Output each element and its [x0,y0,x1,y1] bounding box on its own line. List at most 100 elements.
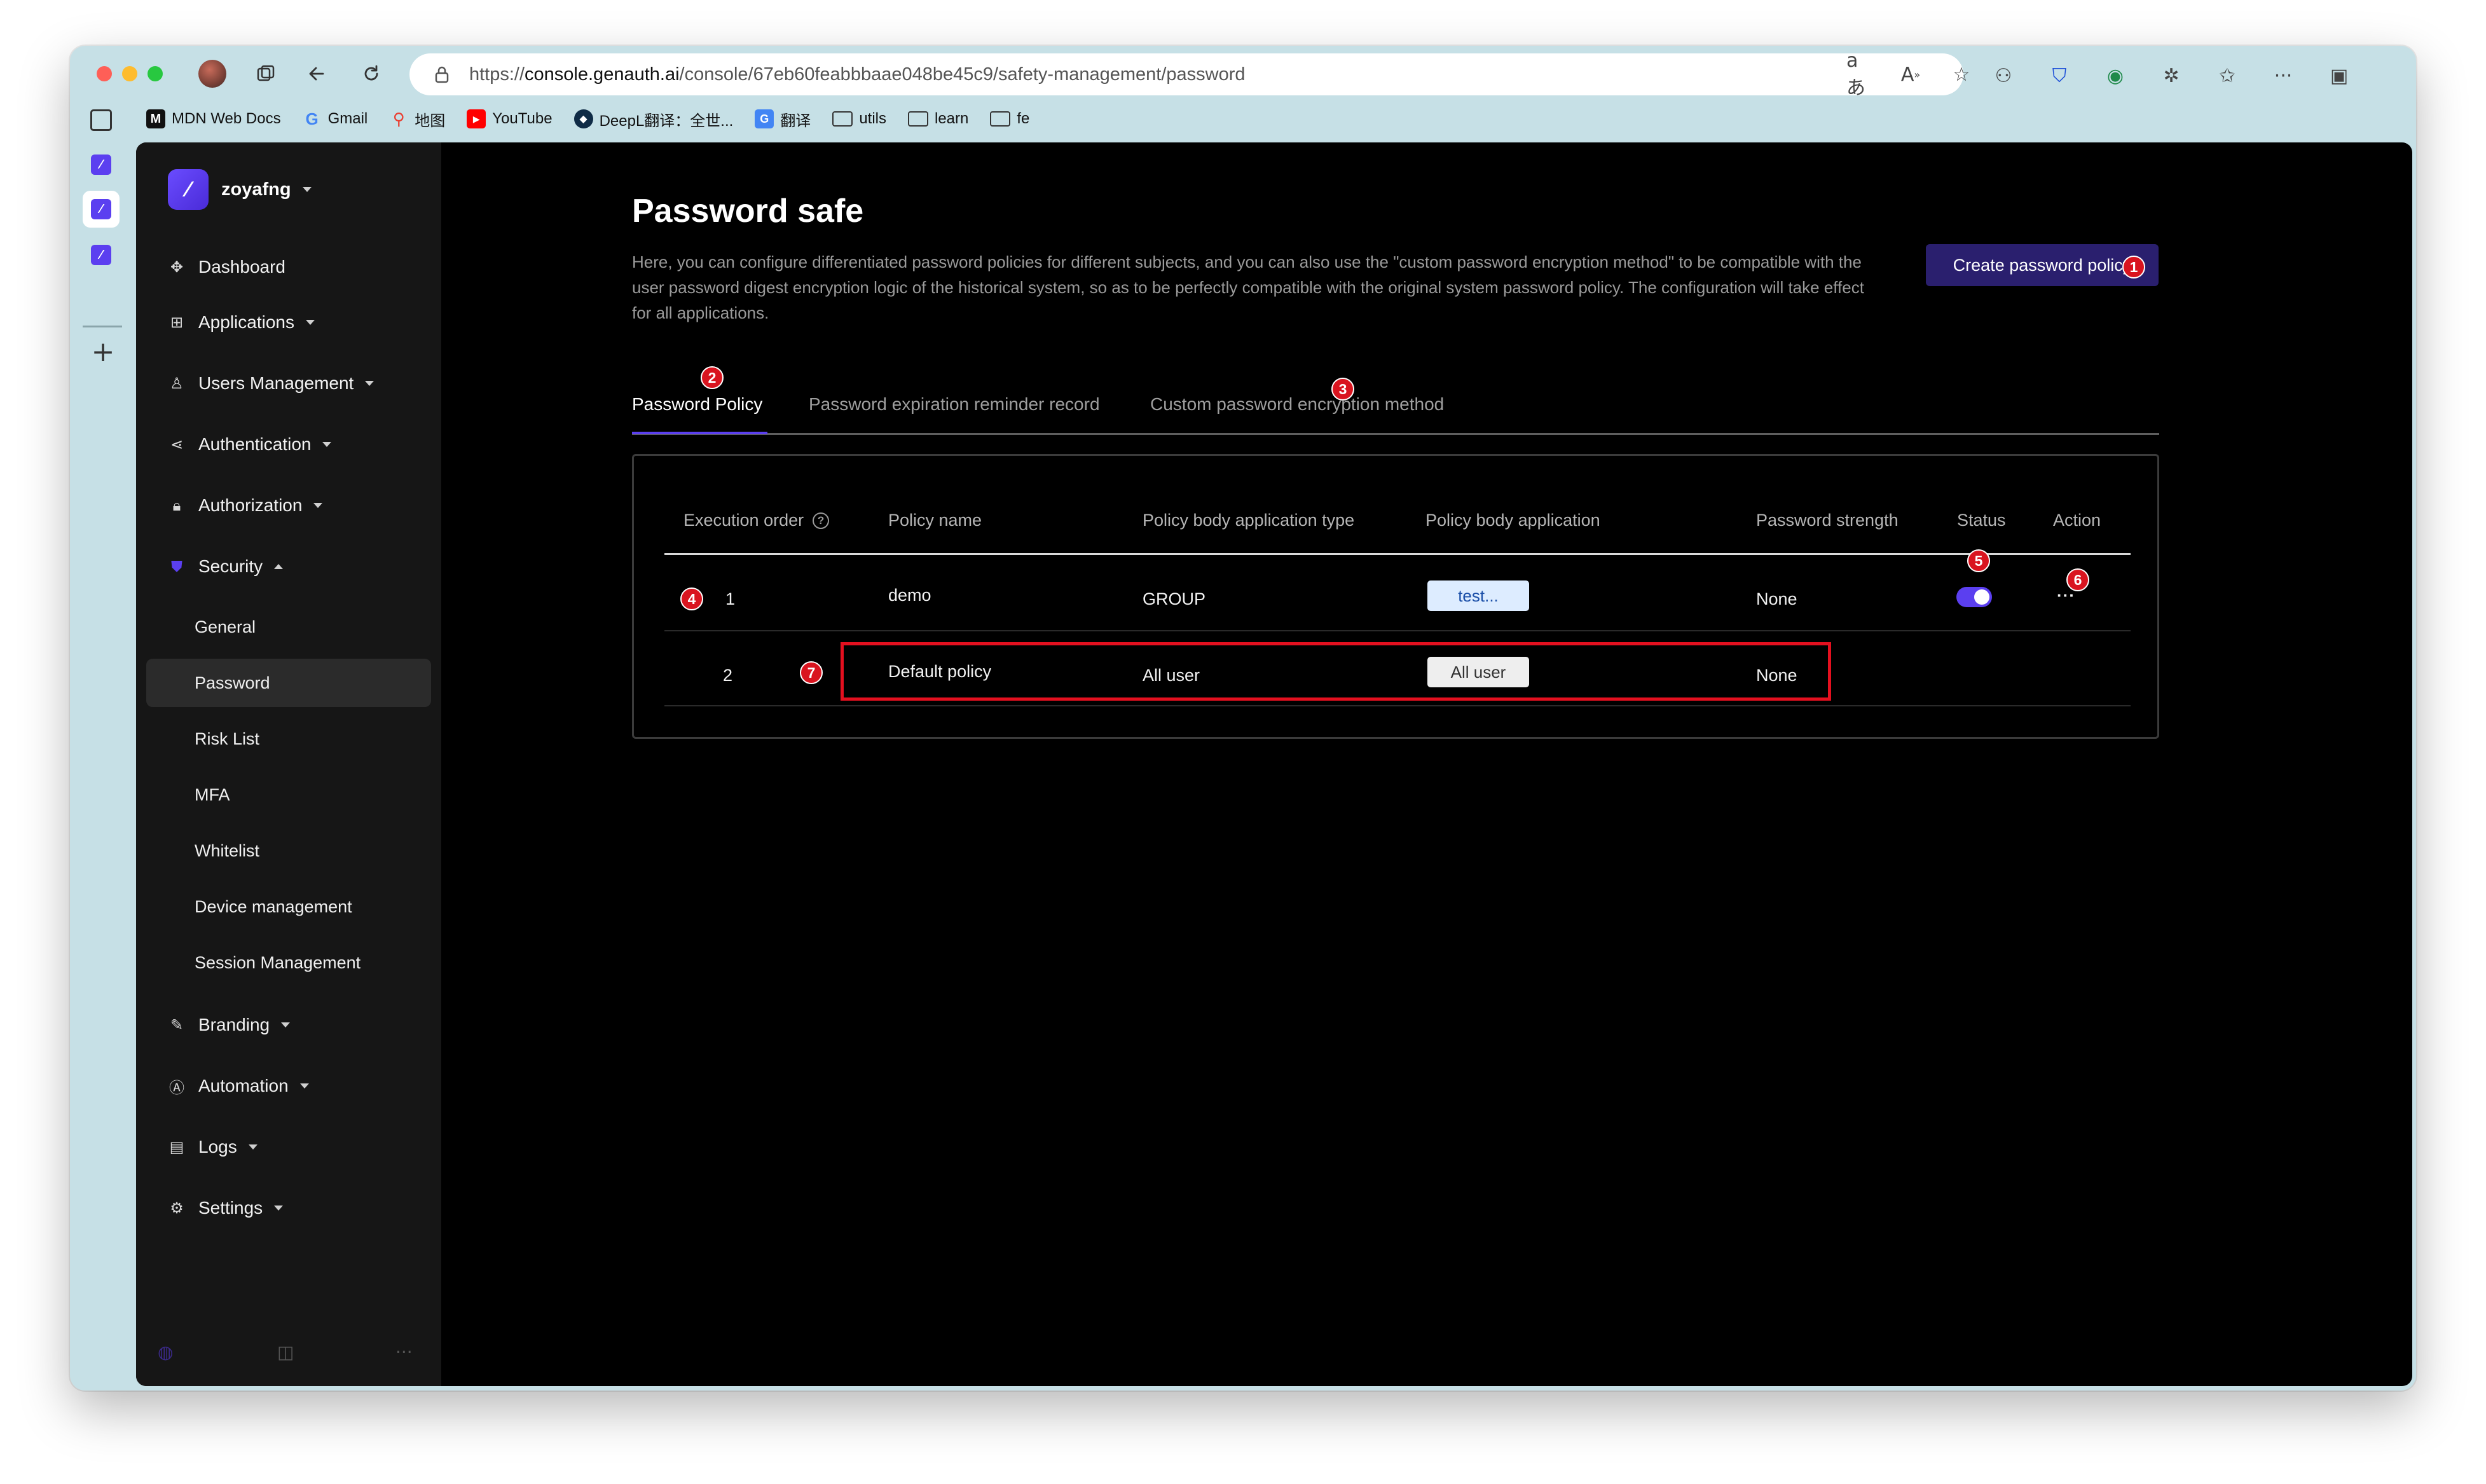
bookmark-folder-learn[interactable]: learn [908,110,968,128]
bookmark-gmail[interactable]: G Gmail [303,109,367,128]
org-switcher[interactable]: ⁄ zoyafng [168,169,312,210]
sidebar-item-applications[interactable]: ⊞ Applications [136,303,441,341]
sidebar-toggle-icon[interactable]: ▣ [2326,62,2352,89]
help-bot-icon[interactable]: ◍ [158,1342,173,1363]
mdn-icon: M [146,109,165,128]
default-policy-highlight-box [841,642,1831,701]
sidebar-subitem-label: Password [195,673,270,692]
google-icon: G [305,109,319,128]
annotation-marker-4: 4 [680,587,703,610]
row-1-password-strength: None [1756,589,1797,608]
sidebar-subitem-session-management[interactable]: Session Management [146,938,431,987]
vertical-tabs-divider [83,326,122,327]
row-2-order: 2 [723,666,733,685]
sidebar-item-security[interactable]: ⛊ Security [136,547,441,586]
automation-icon: Ⓐ [169,1078,184,1097]
column-header-action: Action [2053,511,2101,530]
sidebar-item-branding[interactable]: ✎ Branding [136,1006,441,1044]
row-divider [664,705,2131,706]
tab-password-policy[interactable]: Password Policy [632,394,762,415]
new-tab-plus-icon[interactable]: + [89,338,117,366]
shield-extension-icon[interactable]: ⛉ [2046,62,2073,89]
app-viewport: ⁄ zoyafng ✥ Dashboard ⊞ Applications ♙ U… [136,142,2412,1386]
sidebar-item-label: Users Management [198,373,354,393]
bookmark-folder-fe[interactable]: fe [990,110,1029,128]
vertical-tab-1[interactable]: ⁄ [83,146,120,183]
profile-avatar[interactable] [198,60,226,88]
sidebar-item-label: Settings [198,1198,263,1218]
sidebar-subitem-mfa[interactable]: MFA [146,771,431,819]
chevron-down-icon [299,1083,309,1089]
vertical-tab-3[interactable]: ⁄ [83,237,120,273]
folder-icon [908,111,928,127]
maximize-window-button[interactable] [148,66,163,81]
brush-icon: ✎ [170,1016,184,1034]
sidebar-item-authentication[interactable]: ⋖ Authentication [136,425,441,464]
sidebar-item-users-management[interactable]: ♙ Users Management [136,364,441,402]
sidebar-subitem-label: Session Management [195,952,361,972]
sidebar-more-icon[interactable]: ··· [395,1342,413,1363]
youtube-icon: ▶ [467,109,486,128]
bookmark-mdn[interactable]: M MDN Web Docs [146,109,281,128]
maps-icon: ⚲ [392,109,405,128]
translate-page-icon[interactable]: aあ [1846,50,1873,99]
lock-icon: 🔒︎ [172,497,181,514]
tab-custom-password-encryption-method[interactable]: Custom password encryption method [1150,394,1444,415]
sidebar-item-label: Applications [198,312,294,332]
bookmark-folder-utils[interactable]: utils [832,110,886,128]
sidebar-item-automation[interactable]: Ⓐ Automation [136,1067,441,1105]
sidebar-item-label: Security [198,556,263,576]
extensions-puzzle-icon[interactable]: ✲ [2158,62,2185,89]
sidebar-subitem-label: Risk List [195,729,260,748]
sidebar-item-dashboard[interactable]: ✥ Dashboard [136,248,441,286]
sidebar-item-authorization[interactable]: 🔒︎ Authorization [136,486,441,525]
bookmark-deepl[interactable]: ◆ DeepL翻译：全世... [573,108,733,130]
column-header-application: Policy body application [1425,511,1600,530]
genauth-favicon-icon: ⁄ [91,155,111,175]
bookmarks-bar: M MDN Web Docs G Gmail ⚲ 地图 ▶ YouTube ◆ DeepL… [146,104,1051,134]
tabs-icon[interactable] [249,57,282,90]
sidebar-item-logs[interactable]: ▤ Logs [136,1128,441,1166]
browser-window: https://console.genauth.ai/console/67eb6… [70,46,2416,1391]
chevron-down-icon [274,1206,284,1211]
read-aloud-icon[interactable]: A» [1897,61,1924,88]
extension-icon[interactable]: ⚇ [1990,62,2017,89]
bookmark-youtube[interactable]: ▶ YouTube [467,109,553,128]
org-name: zoyafng [221,179,291,200]
reload-icon[interactable] [355,57,388,90]
help-circle-icon[interactable]: ? [813,512,830,529]
sidebar-subitem-risk-list[interactable]: Risk List [146,715,431,763]
more-menu-icon[interactable]: ··· [2270,62,2297,89]
docs-book-icon[interactable]: ◫ [277,1342,294,1363]
sidebar-subitem-label: General [195,617,256,636]
tab-password-expiration-reminder-record[interactable]: Password expiration reminder record [809,394,1100,415]
translate-icon: G [755,109,774,128]
favorite-star-icon[interactable]: ☆ [1948,61,1975,88]
address-bar[interactable]: https://console.genauth.ai/console/67eb6… [409,50,1970,99]
sidebar-item-settings[interactable]: ⚙ Settings [136,1189,441,1227]
policy-table: Execution order? Policy name Policy body… [632,454,2159,739]
row-1-status-toggle[interactable] [1956,587,1992,607]
sidebar-item-label: Authorization [198,495,303,515]
sidebar-subitem-device-management[interactable]: Device management [146,883,431,931]
annotation-marker-1: 1 [2122,256,2145,278]
annotation-marker-7: 7 [800,661,823,684]
vertical-tabs-toggle-icon[interactable] [90,109,112,131]
deepl-icon: ◆ [573,109,593,128]
sidebar-subitem-password[interactable]: Password [146,659,431,707]
vertical-tab-2-active[interactable]: ⁄ [83,191,120,228]
favorites-icon[interactable]: ✩ [2214,62,2241,89]
sidebar-subitem-label: Whitelist [195,841,260,860]
sidebar-subitem-general[interactable]: General [146,603,431,651]
bookmark-translate[interactable]: G 翻译 [755,108,811,130]
bookmark-maps[interactable]: ⚲ 地图 [389,108,446,130]
row-1-application-tag[interactable]: test... [1427,581,1529,611]
active-tab-indicator [632,432,767,434]
minimize-window-button[interactable] [122,66,137,81]
sidebar-subitem-whitelist[interactable]: Whitelist [146,827,431,875]
back-icon[interactable] [300,57,333,90]
green-extension-icon[interactable]: ◉ [2102,62,2129,89]
close-window-button[interactable] [97,66,112,81]
annotation-marker-3: 3 [1331,378,1354,401]
row-divider [664,630,2131,631]
